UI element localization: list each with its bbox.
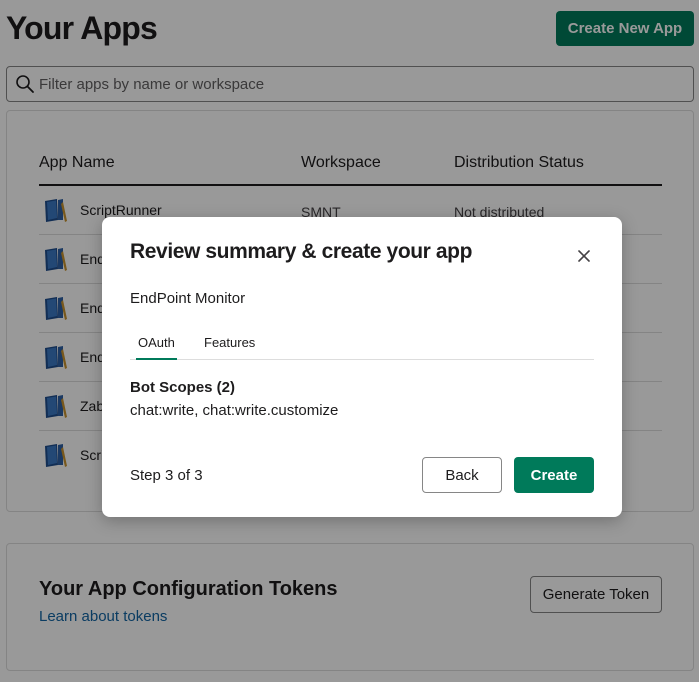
- close-icon: [578, 250, 590, 262]
- create-button[interactable]: Create: [514, 457, 594, 493]
- bot-scopes-heading: Bot Scopes (2): [130, 379, 236, 396]
- modal-title: Review summary & create your app: [130, 240, 473, 263]
- modal-app-name: EndPoint Monitor: [130, 290, 246, 307]
- close-button[interactable]: [572, 244, 596, 268]
- tab-oauth[interactable]: OAuth: [136, 335, 177, 360]
- tab-features[interactable]: Features: [204, 335, 255, 360]
- modal-tabs: OAuth Features: [130, 332, 594, 360]
- review-summary-modal: Review summary & create your app EndPoin…: [102, 217, 622, 517]
- bot-scopes-list: chat:write, chat:write.customize: [130, 402, 339, 419]
- back-button[interactable]: Back: [422, 457, 502, 493]
- step-indicator: Step 3 of 3: [130, 467, 203, 484]
